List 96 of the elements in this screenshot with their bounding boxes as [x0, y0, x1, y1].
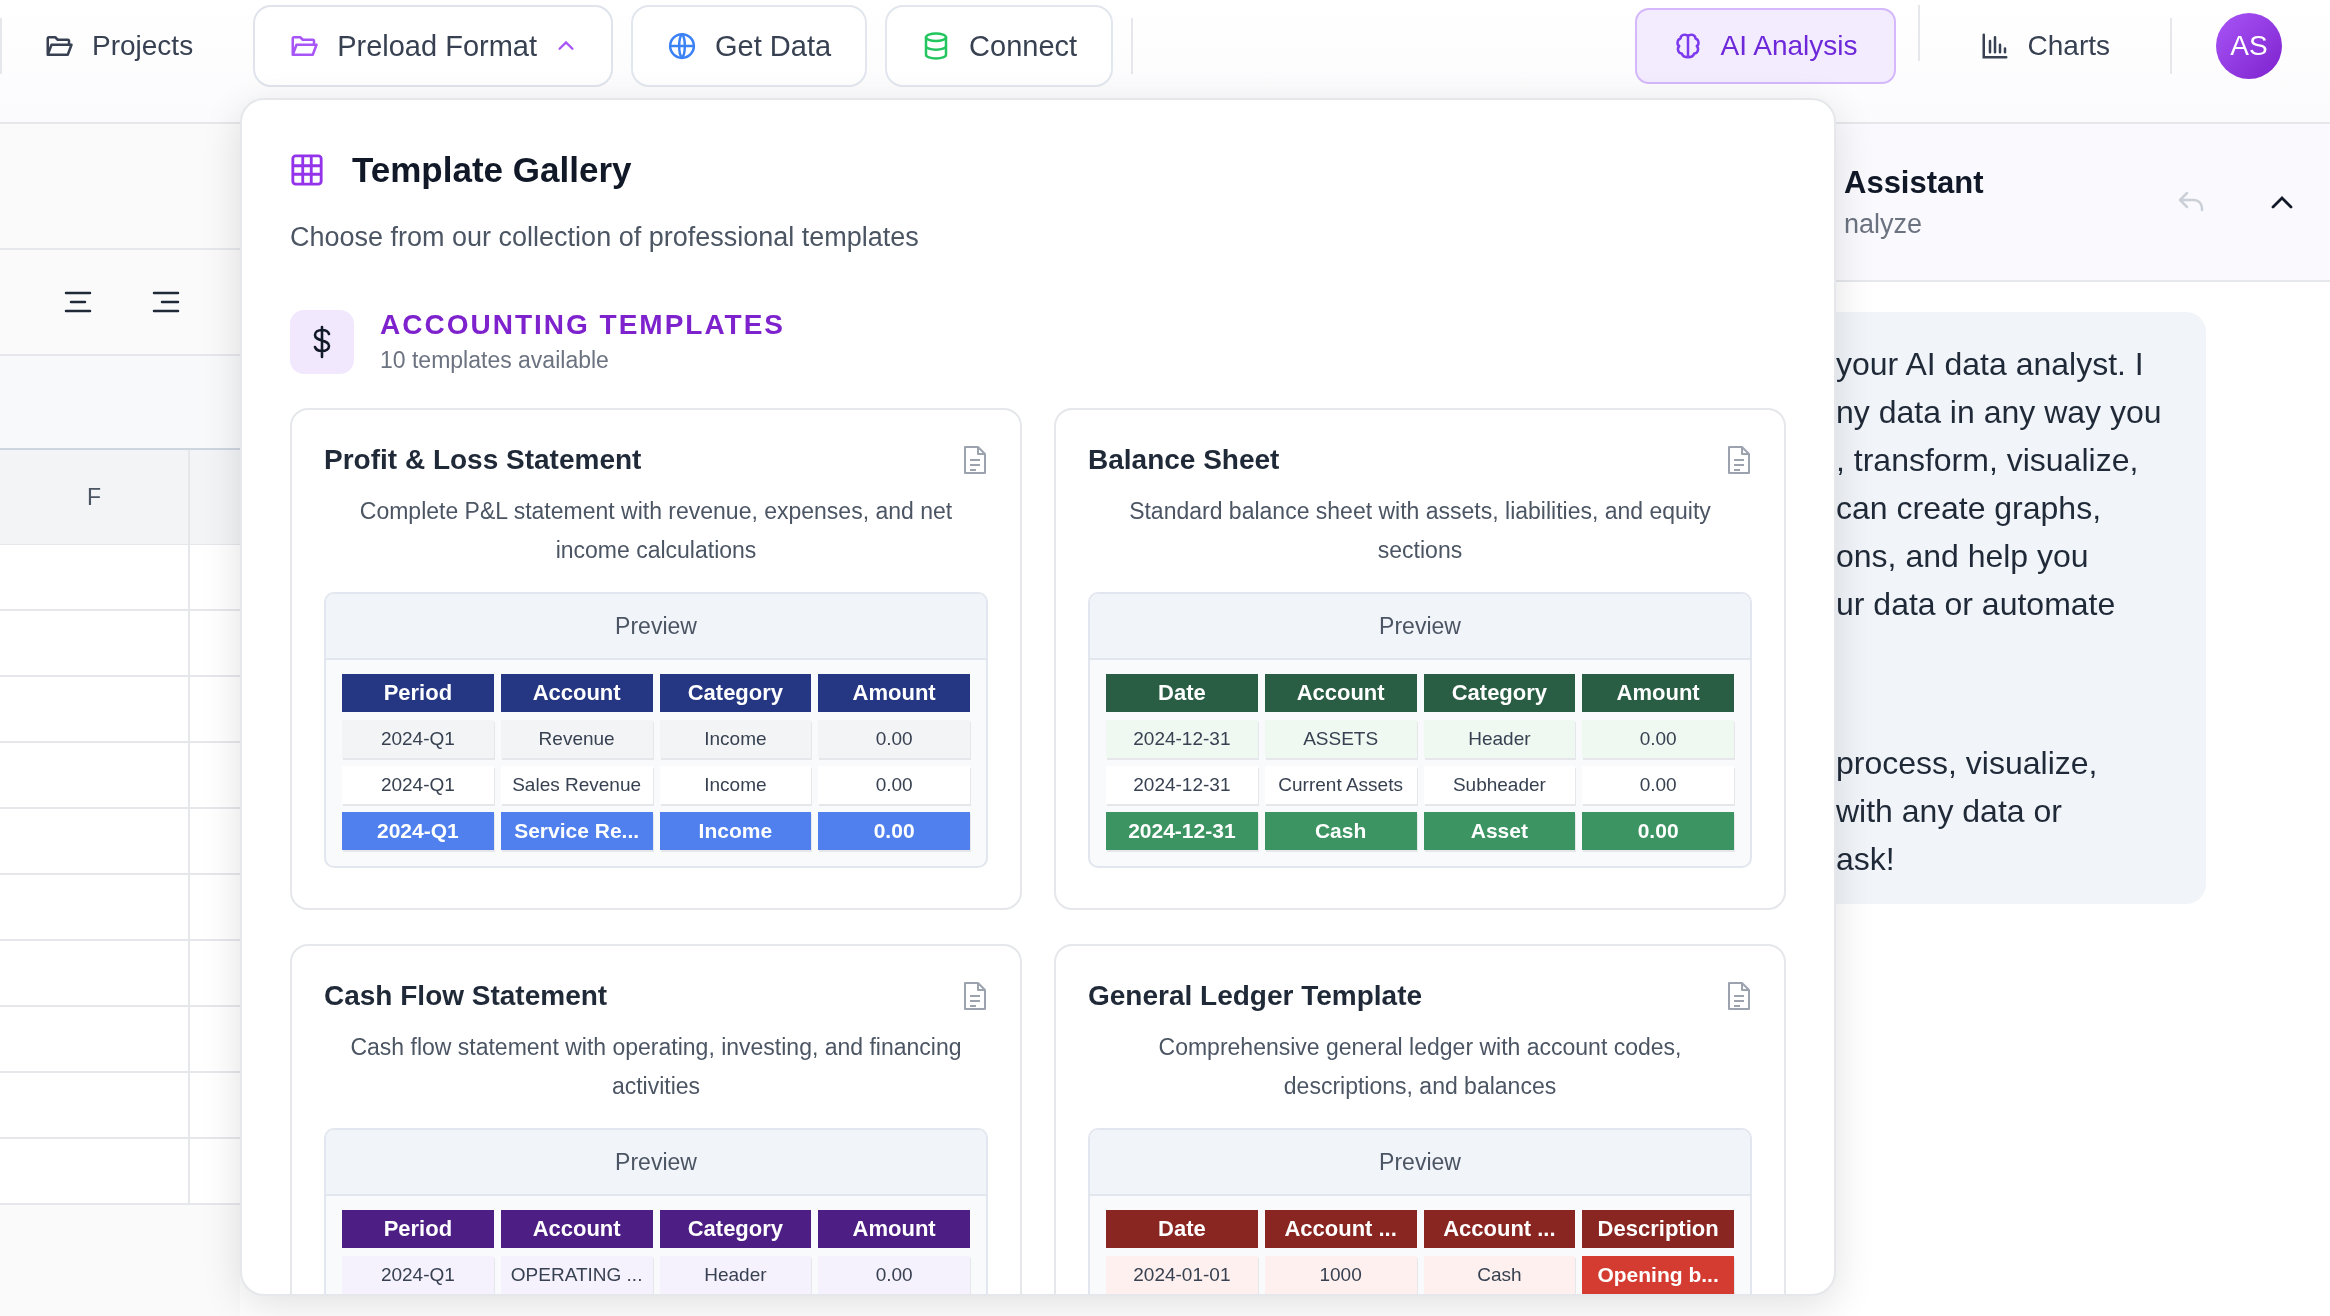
- message-text: with any data or: [1836, 792, 2063, 831]
- table-header: Category: [659, 1210, 812, 1248]
- template-description: Complete P&L statement with revenue, expenses, and net income calculations: [358, 497, 954, 565]
- table-header: Amount: [818, 674, 970, 712]
- template-title: General Ledger Template: [1088, 980, 1423, 1012]
- table-cell: 2024-Q1: [342, 766, 494, 804]
- template-description: Cash flow statement with operating, investing, and financing activities: [349, 1033, 963, 1101]
- table-cell: OPERATING ...: [500, 1256, 653, 1294]
- message-text: ask!: [1836, 840, 1896, 879]
- toolbar-button[interactable]: Get Data: [631, 5, 868, 87]
- gallery-title: Template Gallery: [352, 150, 632, 190]
- document-icon: [1726, 981, 1752, 1011]
- template-card[interactable]: Cash Flow Statement Cash flow statement with operating, investing, and financing activities Preview Period Account Category Amount 2024-Q1 OPERATING ... Header 0.00: [290, 944, 1022, 1294]
- table-header: Amount: [1582, 674, 1734, 712]
- table-header: Date: [1106, 1210, 1258, 1248]
- nav-tab[interactable]: Charts: [1941, 8, 2148, 84]
- table-cell: 0.00: [1582, 812, 1734, 850]
- message-text: your AI data analyst. I: [1836, 345, 2145, 384]
- preview-header: Preview: [326, 594, 986, 660]
- document-icon: [1726, 445, 1752, 475]
- table-cell: Service Re...: [500, 812, 653, 850]
- table-header: Account: [1264, 674, 1417, 712]
- panel-subtitle: nalyze: [1844, 208, 1924, 240]
- table-cell: Revenue: [500, 720, 653, 758]
- table-cell: 2024-12-31: [1106, 812, 1258, 850]
- preview-header: Preview: [1090, 594, 1750, 660]
- table-cell: Cash: [1264, 812, 1417, 850]
- table-header: Category: [1423, 674, 1576, 712]
- table-cell: Sales Revenue: [500, 766, 653, 804]
- table-cell: Income: [659, 766, 812, 804]
- table-cell: 1000: [1264, 1256, 1417, 1294]
- globe-icon: [667, 31, 697, 61]
- table-cell: Subheader: [1423, 766, 1576, 804]
- table-cell: 0.00: [818, 720, 970, 758]
- table-cell: 2024-Q1: [342, 812, 494, 850]
- table-header: Date: [1106, 674, 1258, 712]
- table-cell: 0.00: [818, 812, 970, 850]
- table-header: Account: [500, 1210, 653, 1248]
- table-cell: Cash: [1423, 1256, 1576, 1294]
- toolbar-button[interactable]: Connect: [885, 5, 1114, 87]
- table-cell: 0.00: [818, 1256, 970, 1294]
- template-card[interactable]: General Ledger Template Comprehensive general ledger with account codes, descriptions, and balances Preview Date Account ... Account ... Description 2024-01-01 1000 Cash Opening b...: [1054, 944, 1786, 1294]
- table-cell: 2024-12-31: [1106, 766, 1258, 804]
- panel-title: Assistant: [1844, 164, 1985, 201]
- template-card[interactable]: [1054, 408, 1786, 910]
- align-center-icon[interactable]: [64, 291, 92, 313]
- dropdown-button[interactable]: Preload Format: [253, 5, 613, 87]
- table-cell: 2024-01-01: [1106, 1256, 1258, 1294]
- table-header: Amount: [818, 1210, 970, 1248]
- template-count: 10 templates available: [380, 347, 610, 374]
- table-cell: 2024-Q1: [342, 1256, 494, 1294]
- user-avatar[interactable]: AS: [2216, 13, 2282, 79]
- message-text: can create graphs,: [1836, 489, 2103, 528]
- preview-header: Preview: [1090, 1130, 1750, 1196]
- template-card[interactable]: [290, 408, 1022, 910]
- table-cell: 2024-12-31: [1106, 720, 1258, 758]
- table-header: Account ...: [1423, 1210, 1576, 1248]
- table-cell: Header: [659, 1256, 812, 1294]
- message-text: ur data or automate: [1836, 585, 2117, 624]
- table-cell: 0.00: [818, 766, 970, 804]
- table-cell: ASSETS: [1264, 720, 1417, 758]
- projects-button[interactable]: Projects: [2, 5, 236, 87]
- align-right-icon[interactable]: [152, 291, 180, 313]
- table-cell: 2024-Q1: [342, 720, 494, 758]
- message-text: , transform, visualize,: [1836, 441, 2140, 480]
- table-header: Period: [342, 674, 494, 712]
- gallery-subtitle: Choose from our collection of professional templates: [290, 222, 920, 253]
- table-cell: Header: [1423, 720, 1576, 758]
- table-cell: Opening b...: [1582, 1256, 1734, 1294]
- template-description: Comprehensive general ledger with account codes, descriptions, and balances: [1157, 1033, 1683, 1101]
- table-cell: Current Assets: [1264, 766, 1417, 804]
- template-description: Standard balance sheet with assets, liabilities, and equity sections: [1128, 497, 1712, 565]
- table-cell: Asset: [1423, 812, 1576, 850]
- message-text: ny data in any way you: [1836, 393, 2163, 432]
- template-title: Profit & Loss Statement: [324, 444, 642, 476]
- template-title: Cash Flow Statement: [324, 980, 608, 1012]
- document-icon: [962, 981, 988, 1011]
- message-text: process, visualize,: [1836, 744, 2099, 783]
- table-cell: Income: [659, 720, 812, 758]
- table-cell: 0.00: [1582, 766, 1734, 804]
- category-title: ACCOUNTING TEMPLATES: [380, 309, 786, 341]
- message-text: ons, and help you: [1836, 537, 2090, 576]
- grid-icon: [290, 153, 324, 187]
- table-header: Period: [342, 1210, 494, 1248]
- table-header: Description: [1582, 1210, 1734, 1248]
- table-cell: 0.00: [1582, 720, 1734, 758]
- table-header: Category: [659, 674, 812, 712]
- document-icon: [962, 445, 988, 475]
- table-cell: Income: [659, 812, 812, 850]
- nav-tab[interactable]: AI Analysis: [1634, 8, 1896, 84]
- table-header: Account ...: [1264, 1210, 1417, 1248]
- preview-header: Preview: [326, 1130, 986, 1196]
- dollar-icon: [290, 309, 354, 374]
- template-title: Balance Sheet: [1088, 444, 1280, 476]
- chevron-up-icon[interactable]: [2270, 194, 2294, 210]
- table-header: Account: [500, 674, 653, 712]
